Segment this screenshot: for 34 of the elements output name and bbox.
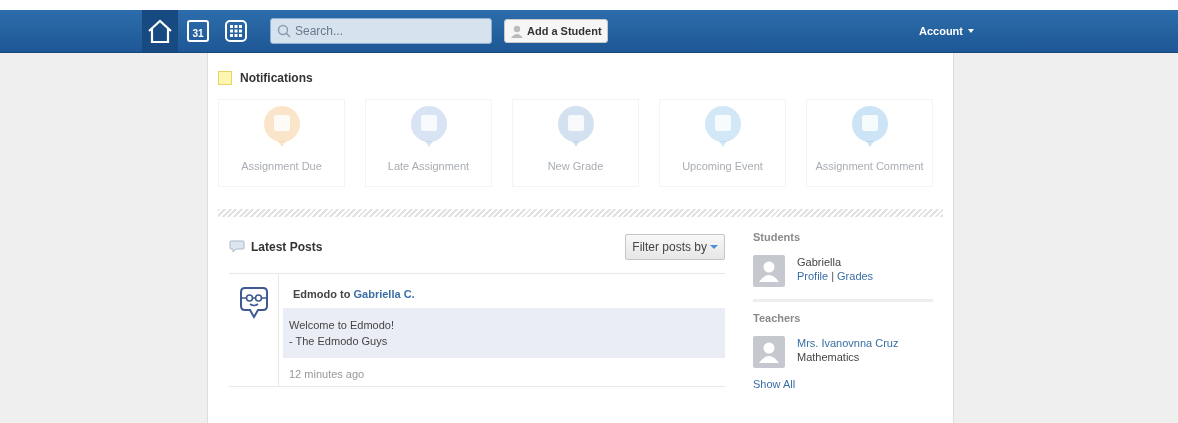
post-message: Welcome to Edmodo! - The Edmodo Guys <box>283 308 725 358</box>
teacher-subject: Mathematics <box>797 350 861 364</box>
filter-posts-dropdown[interactable]: Filter posts by <box>625 234 725 260</box>
search-field[interactable]: Search... <box>270 18 492 44</box>
notification-icon <box>408 104 449 148</box>
grades-link[interactable]: Grades <box>837 269 874 283</box>
post-author: Edmodo to <box>293 288 351 300</box>
profile-link[interactable]: Profile <box>797 269 829 283</box>
notification-icon <box>261 104 302 148</box>
teachers-heading: Teachers <box>753 312 802 324</box>
notifications-title: Notifications <box>240 71 313 85</box>
latest-posts-title: Latest Posts <box>251 240 323 254</box>
account-menu[interactable]: Account <box>919 25 974 37</box>
person-icon <box>510 24 524 38</box>
notifications-icon <box>218 71 232 85</box>
avatar-icon <box>753 336 785 368</box>
show-all-link[interactable]: Show All <box>753 378 796 390</box>
add-student-button[interactable]: Add a Student <box>504 19 608 43</box>
home-button[interactable] <box>142 10 178 52</box>
grid-icon <box>225 20 247 42</box>
mascot-avatar-icon <box>238 286 269 320</box>
students-heading: Students <box>753 231 802 243</box>
recipient-link[interactable]: Gabriella C. <box>353 288 415 300</box>
speech-bubble-icon <box>229 240 245 254</box>
home-icon <box>146 18 174 44</box>
avatar-icon <box>753 255 785 287</box>
student-name: Gabriella <box>797 255 843 269</box>
post-time: 12 minutes ago <box>288 368 366 380</box>
link-separator: | <box>831 269 835 283</box>
teacher-name-link[interactable]: Mrs. Ivanovnna Cruz <box>797 336 899 350</box>
notification-icon <box>702 104 743 148</box>
calendar-button[interactable]: 31 <box>180 10 216 52</box>
notification-icon <box>555 104 596 148</box>
notification-icon <box>849 104 890 148</box>
